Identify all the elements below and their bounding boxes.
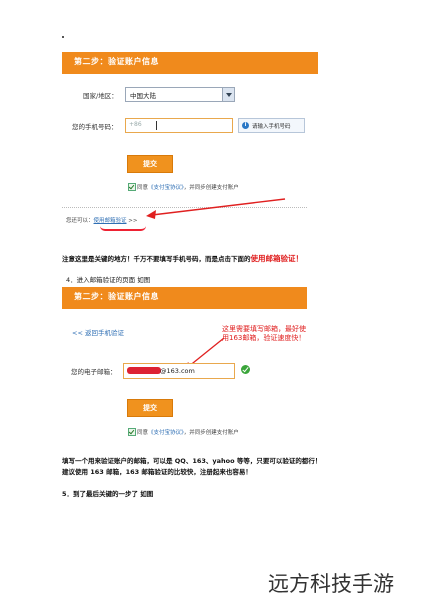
agree-suffix: ，并同步创建支付账户: [183, 185, 239, 191]
email-label: 您的电子邮箱：: [71, 368, 117, 376]
handwritten-annotation: 这里需要填写邮箱，最好使用163邮箱，验证速度快！: [222, 325, 306, 342]
country-label: 国家/地区：: [83, 92, 118, 100]
country-select-value: 中国大陆: [130, 92, 156, 100]
alternative-option: 您还可以：使用邮箱验证 >>: [66, 216, 138, 224]
phone-input[interactable]: +86: [125, 118, 233, 133]
checkbox-checked-icon[interactable]: [128, 428, 136, 436]
phone-label: 您的手机号码：: [72, 123, 118, 131]
agree-text: 同意《支付宝协议》，并同步创建支付账户: [137, 183, 239, 191]
agreement-link-2[interactable]: 《支付宝协议》: [148, 430, 184, 436]
agreement-link[interactable]: 《支付宝协议》: [148, 185, 184, 191]
phone-hint-text: 请输入手机号码: [252, 123, 291, 130]
agree-prefix: 同意: [137, 185, 149, 191]
phone-prefix: +86: [129, 121, 142, 128]
checkbox-checked-icon[interactable]: [128, 183, 136, 191]
back-to-phone-link[interactable]: << 返回手机验证: [72, 327, 124, 337]
speck-dot: [62, 36, 64, 38]
email-input[interactable]: @163.com: [123, 363, 235, 379]
dropdown-arrow-icon[interactable]: [222, 88, 234, 101]
country-select[interactable]: 中国大陆: [125, 87, 235, 102]
submit-button-2[interactable]: 提交: [127, 399, 173, 417]
arrow-annotation-icon: [146, 198, 286, 219]
step5-caption: 5．到了最后关键的一步了 如图: [62, 490, 154, 498]
panel-header-title: 第二步：验证账户信息: [74, 57, 159, 66]
info-icon: i: [242, 122, 249, 129]
paragraph-line-1: 填写一个用来验证账户的邮箱，可以是 QQ、163、yahoo 等等，只要可以验证…: [62, 457, 322, 465]
paragraph-line-2: 建议使用 163 邮箱，163 邮箱验证的比较快，注册起来也容易！: [62, 468, 252, 476]
panel-header: 第二步：验证账户信息: [62, 52, 318, 74]
watermark-text: 远方科技手游: [268, 572, 394, 596]
panel2-header: 第二步：验证账户信息: [62, 287, 307, 309]
submit-button[interactable]: 提交: [127, 155, 173, 173]
agree-prefix-2: 同意: [137, 430, 149, 436]
redacted-scribble: [127, 367, 161, 374]
also-prefix: 您还可以：: [66, 218, 94, 224]
step4-caption: 4．进入邮箱验证的页面 如图: [66, 276, 151, 284]
panel2-header-title: 第二步：验证账户信息: [74, 292, 159, 301]
red-underline-mark: [100, 226, 146, 231]
warning-highlight: 使用邮箱验证！: [250, 254, 304, 263]
also-arrow: >>: [128, 218, 138, 224]
success-check-icon: [241, 365, 250, 374]
email-value: @163.com: [160, 367, 195, 375]
agree-text-2: 同意《支付宝协议》，并同步创建支付账户: [137, 428, 239, 436]
email-verify-link[interactable]: 使用邮箱验证: [94, 218, 127, 224]
phone-hint-tooltip: i 请输入手机号码: [238, 118, 305, 133]
text-caret: [156, 121, 157, 130]
warning-line: 注意这里是关键的地方！千万不要填写手机号码，而是点击下面的使用邮箱验证！: [62, 253, 303, 264]
agree-suffix-2: ，并同步创建支付账户: [183, 430, 239, 436]
warning-text: 注意这里是关键的地方！千万不要填写手机号码，而是点击下面的: [62, 255, 251, 263]
